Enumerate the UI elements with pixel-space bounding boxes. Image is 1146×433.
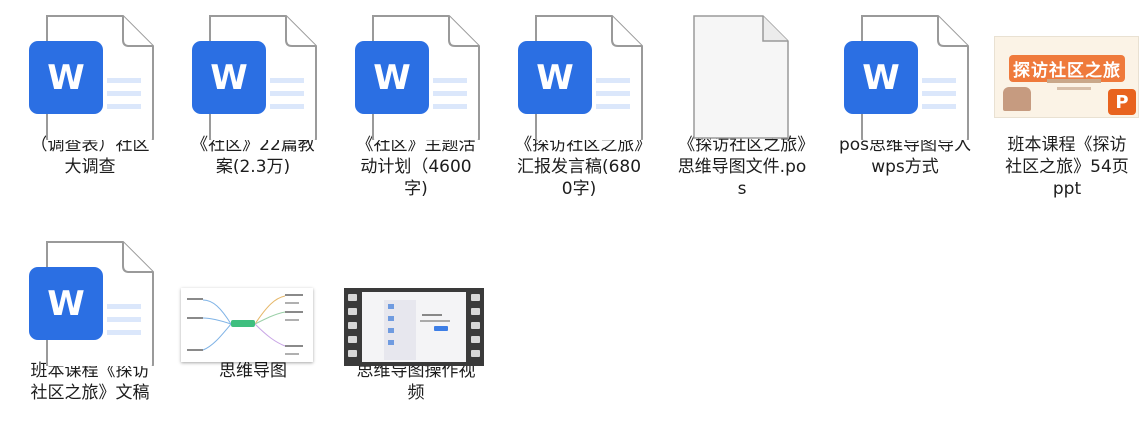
word-file-icon: W [830, 10, 980, 140]
word-file-icon: W [15, 236, 165, 366]
people-illustration [1003, 87, 1031, 111]
file-name: 《社区》22篇教案(2.3万) [191, 135, 315, 177]
video-thumbnail [341, 236, 491, 366]
video-frame [362, 292, 466, 362]
file-item[interactable]: W （调查表）社区大调查 [15, 10, 165, 178]
file-name: 思维导图 [219, 361, 287, 381]
file-item[interactable]: 《探访社区之旅》思维导图文件.pos [667, 10, 817, 200]
decor-line [1047, 79, 1101, 83]
word-file-icon: W [178, 10, 328, 140]
file-name: （调查表）社区大调查 [30, 135, 150, 177]
mindmap-preview [181, 288, 313, 362]
file-name: 《社区》主题活动计划（4600字) [356, 135, 476, 199]
file-name: 思维导图操作视频 [356, 361, 476, 403]
ppt-thumbnail: 探访社区之旅 P [992, 10, 1142, 130]
decor-line [1057, 87, 1091, 90]
ppt-slide-preview: 探访社区之旅 P [994, 36, 1139, 118]
file-name: 《探访社区之旅》汇报发言稿(6800字) [515, 135, 643, 199]
file-item[interactable]: W pos思维导图导入wps方式 [830, 10, 980, 178]
mindmap-thumbnail [178, 236, 328, 362]
file-item[interactable]: W 《社区》22篇教案(2.3万) [178, 10, 328, 178]
file-name: pos思维导图导入wps方式 [838, 135, 972, 177]
file-item[interactable]: 思维导图 [178, 236, 328, 382]
mindmap-center-node [231, 320, 255, 327]
file-item[interactable]: W 《探访社区之旅》汇报发言稿(6800字) [504, 10, 654, 200]
word-file-icon: W [504, 10, 654, 140]
film-strip [344, 288, 484, 366]
ppt-thumb-title: 探访社区之旅 [1009, 55, 1125, 82]
file-item[interactable]: 思维导图操作视频 [341, 236, 491, 404]
file-item[interactable]: W 《社区》主题活动计划（4600字) [341, 10, 491, 200]
file-name: 班本课程《探访社区之旅》文稿 [30, 361, 150, 403]
word-file-icon: W [15, 10, 165, 140]
blank-file-icon [667, 10, 817, 139]
file-name: 《探访社区之旅》思维导图文件.pos [677, 135, 807, 199]
file-item[interactable]: 探访社区之旅 P 班本课程《探访社区之旅》54页ppt [992, 10, 1142, 200]
file-item[interactable]: W 班本课程《探访社区之旅》文稿 [15, 236, 165, 404]
word-file-icon: W [341, 10, 491, 140]
file-name: 班本课程《探访社区之旅》54页ppt [1005, 135, 1129, 199]
powerpoint-icon: P [1108, 89, 1136, 115]
